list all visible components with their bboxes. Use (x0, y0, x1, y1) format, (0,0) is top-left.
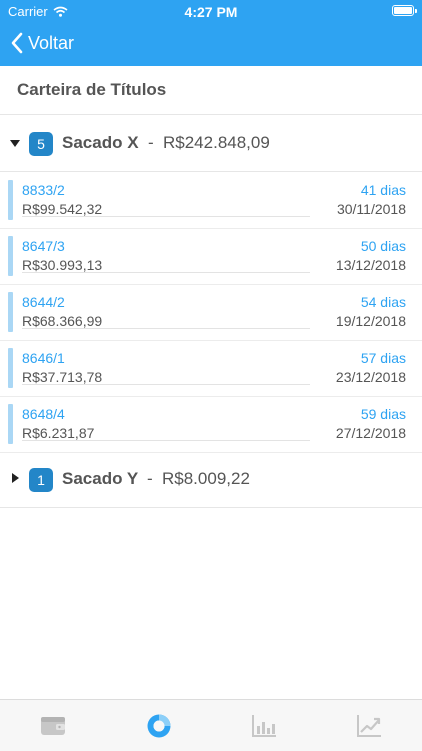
tab-trend[interactable] (356, 713, 382, 739)
wallet-icon (41, 717, 65, 735)
item-days: 59 dias (360, 406, 406, 422)
item-code: 8648/4 (22, 406, 65, 422)
tab-bar-chart[interactable] (251, 713, 277, 739)
item-amount: R$6.231,87 (22, 425, 95, 441)
item-date: 19/12/2018 (335, 313, 406, 329)
count-badge: 5 (29, 132, 53, 156)
back-button-label: Voltar (28, 32, 75, 53)
item-code: 8647/3 (22, 238, 65, 254)
item-date: 27/12/2018 (335, 425, 406, 441)
page-title-row: Carteira de Títulos (0, 66, 422, 115)
item-date: 13/12/2018 (335, 257, 406, 273)
page-title: Carteira de Títulos (17, 80, 167, 99)
item-accent-bar (8, 180, 13, 220)
caret-down-icon (10, 140, 20, 147)
item-amount: R$99.542,32 (22, 201, 103, 217)
item-days: 54 dias (360, 294, 406, 310)
group-header-sacado-x[interactable]: 5 Sacado X - R$242.848,09 (0, 115, 422, 172)
divider (22, 272, 310, 273)
status-clock: 4:27 PM (184, 4, 238, 20)
tab-portfolio[interactable] (146, 713, 172, 739)
nav-header: Carrier 4:27 PM Voltar (0, 0, 422, 66)
item-days: 57 dias (360, 350, 406, 366)
list-item[interactable]: 8647/3 R$30.993,13 50 dias 13/12/2018 (0, 228, 422, 285)
list-item[interactable]: 8644/2 R$68.366,99 54 dias 19/12/2018 (0, 284, 422, 341)
item-code: 8644/2 (22, 294, 65, 310)
group-header-sacado-y[interactable]: 1 Sacado Y - R$8.009,22 (0, 451, 422, 508)
item-amount: R$30.993,13 (22, 257, 103, 273)
divider (22, 384, 310, 385)
group-name: Sacado Y (62, 469, 139, 488)
chevron-left-icon (11, 32, 23, 54)
item-amount: R$68.366,99 (22, 313, 103, 329)
list-item[interactable]: 8648/4 R$6.231,87 59 dias 27/12/2018 (0, 396, 422, 453)
item-code: 8646/1 (22, 350, 65, 366)
group-separator: - (148, 133, 154, 152)
item-accent-bar (8, 236, 13, 276)
divider (22, 216, 310, 217)
pie-chart-icon (147, 714, 171, 738)
tab-wallet[interactable] (40, 713, 66, 739)
group-total: R$8.009,22 (162, 469, 250, 488)
item-code: 8833/2 (22, 182, 65, 198)
caret-right-icon (12, 473, 19, 483)
item-days: 50 dias (360, 238, 406, 254)
trend-chart-icon (357, 715, 381, 737)
item-accent-bar (8, 348, 13, 388)
group-total: R$242.848,09 (163, 133, 270, 152)
list-item[interactable]: 8833/2 R$99.542,32 41 dias 30/11/2018 (0, 172, 422, 229)
item-amount: R$37.713,78 (22, 369, 103, 385)
item-accent-bar (8, 404, 13, 444)
divider (22, 440, 310, 441)
count-badge: 1 (29, 468, 53, 492)
item-date: 30/11/2018 (336, 201, 406, 217)
divider (22, 328, 310, 329)
tab-bar (0, 699, 422, 751)
battery-icon (392, 5, 417, 16)
bar-chart-icon (252, 715, 276, 737)
item-days: 41 dias (360, 182, 406, 198)
status-bar: Carrier 4:27 PM (0, 0, 422, 22)
back-button[interactable]: Voltar (10, 28, 74, 58)
list-item[interactable]: 8646/1 R$37.713,78 57 dias 23/12/2018 (0, 340, 422, 397)
item-date: 23/12/2018 (335, 369, 406, 385)
item-accent-bar (8, 292, 13, 332)
group-separator: - (147, 469, 153, 488)
group-name: Sacado X (62, 133, 139, 152)
